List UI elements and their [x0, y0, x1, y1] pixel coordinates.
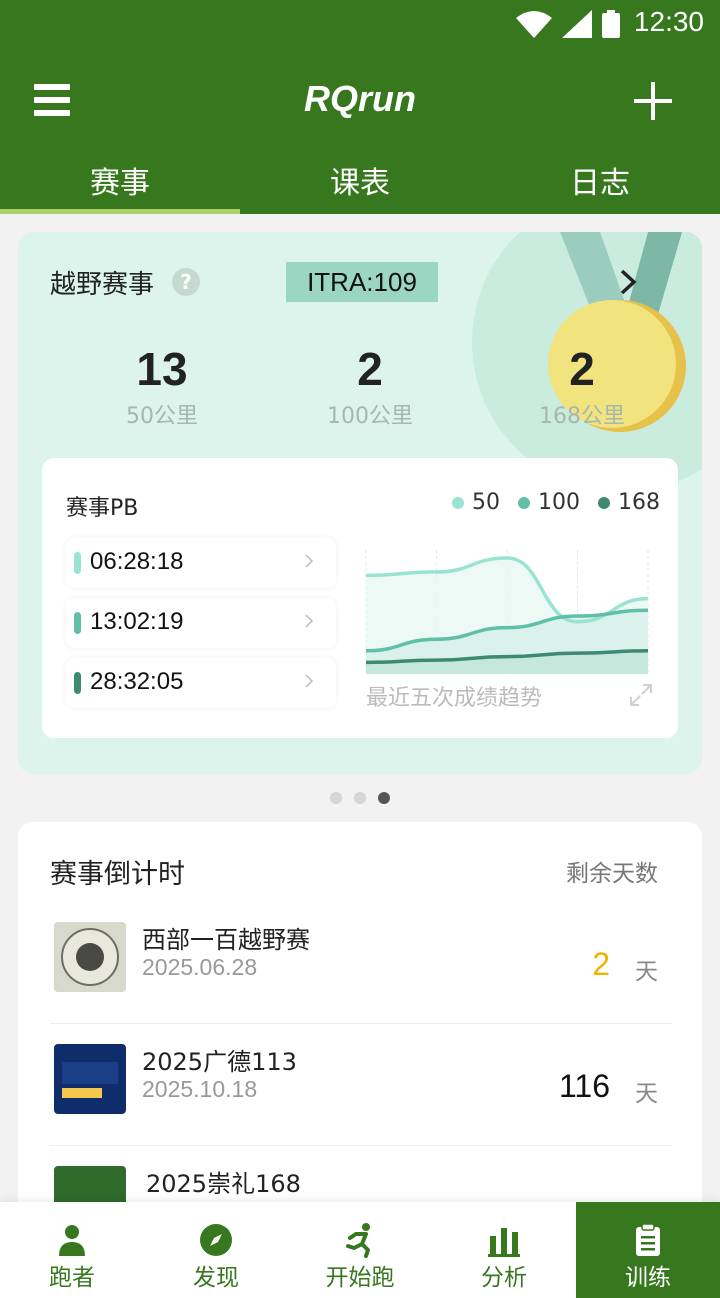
nav-runner[interactable]: 跑者 — [0, 1202, 144, 1298]
legend-label: 100 — [538, 490, 580, 515]
stat-label: 50公里 — [126, 404, 198, 429]
wifi-icon — [516, 11, 552, 38]
color-marker — [74, 612, 81, 634]
compass-icon — [200, 1224, 232, 1256]
page-dot-active[interactable] — [378, 792, 390, 804]
stat-label: 100公里 — [327, 404, 413, 429]
clipboard-icon — [636, 1223, 660, 1256]
pb-row-100km[interactable]: 13:02:19 — [66, 598, 336, 648]
legend-item-50: 50 — [452, 490, 500, 515]
help-icon[interactable]: ? — [172, 268, 200, 296]
app-title: RQrun — [304, 78, 416, 119]
add-icon[interactable] — [634, 82, 672, 120]
page-indicator — [0, 792, 720, 804]
bar-chart-icon — [488, 1228, 520, 1257]
nav-label: 发现 — [193, 1265, 239, 1291]
stat-168km: 2 168公里 — [492, 342, 672, 430]
chevron-right-icon — [305, 554, 314, 568]
countdown-subtitle: 剩余天数 — [566, 861, 658, 887]
chart-caption: 最近五次成绩趋势 — [366, 686, 543, 711]
stat-label: 168公里 — [539, 404, 625, 429]
countdown-title: 赛事倒计时 — [50, 859, 185, 890]
nav-label: 跑者 — [49, 1265, 95, 1291]
race-name: 2025广德113 — [142, 1048, 297, 1076]
tab-plan[interactable]: 课表 — [240, 150, 480, 214]
stat-count: 2 — [569, 343, 595, 395]
nav-discover[interactable]: 发现 — [144, 1202, 288, 1298]
stat-count: 13 — [136, 343, 188, 395]
pb-time: 28:32:05 — [90, 668, 184, 695]
chart-legend: 50 100 168 — [452, 490, 660, 515]
legend-label: 168 — [618, 490, 660, 515]
page-dot[interactable] — [330, 792, 342, 804]
trail-card-title: 越野赛事 — [50, 270, 155, 300]
tab-races[interactable]: 赛事 — [0, 150, 240, 214]
race-name: 2025崇礼168 — [146, 1170, 301, 1198]
status-bar: 12:30 — [0, 0, 720, 48]
race-days-unit: 天 — [635, 959, 658, 985]
race-date: 2025.06.28 — [142, 954, 258, 980]
pb-card: 赛事PB 50 100 168 06:28:18 13:02:19 28:32:… — [42, 458, 678, 738]
status-icons — [516, 10, 620, 38]
nav-start-run[interactable]: 开始跑 — [288, 1202, 432, 1298]
itra-badge: ITRA:109 — [286, 262, 438, 302]
nav-training[interactable]: 训练 — [576, 1202, 720, 1298]
stat-100km: 2 100公里 — [280, 342, 460, 430]
signal-icon — [562, 10, 592, 38]
color-marker — [74, 552, 81, 574]
stat-50km: 13 50公里 — [72, 342, 252, 430]
chevron-right-icon — [305, 674, 314, 688]
chevron-right-icon[interactable] — [618, 268, 640, 296]
person-icon — [59, 1225, 85, 1256]
nav-analysis[interactable]: 分析 — [432, 1202, 576, 1298]
stat-count: 2 — [357, 343, 383, 395]
nav-label: 训练 — [625, 1265, 671, 1291]
bottom-navigation: 跑者 发现 开始跑 分析 训练 — [0, 1202, 720, 1298]
pb-row-50km[interactable]: 06:28:18 — [66, 538, 336, 588]
trend-chart — [365, 550, 649, 674]
race-date: 2025.10.18 — [142, 1076, 258, 1102]
race-days-left: 116 — [558, 1068, 610, 1104]
tab-log[interactable]: 日志 — [480, 150, 720, 214]
pb-time: 06:28:18 — [90, 548, 184, 575]
race-item[interactable]: 西部一百越野赛 2025.06.28 2 天 — [50, 902, 672, 1024]
expand-icon[interactable] — [628, 682, 654, 708]
race-name: 西部一百越野赛 — [142, 926, 310, 954]
battery-icon — [602, 10, 620, 38]
chevron-right-icon — [305, 614, 314, 628]
trail-race-card[interactable]: 越野赛事 ? ITRA:109 13 50公里 2 100公里 2 168公里 … — [18, 232, 702, 774]
status-time: 12:30 — [633, 6, 704, 37]
race-item[interactable]: 2025广德113 2025.10.18 116 天 — [50, 1024, 672, 1146]
top-tabs: 赛事 课表 日志 — [0, 150, 720, 214]
nav-label: 开始跑 — [325, 1265, 395, 1291]
nav-label: 分析 — [481, 1265, 527, 1291]
pb-row-168km[interactable]: 28:32:05 — [66, 658, 336, 708]
race-days-left: 2 — [592, 946, 610, 982]
runner-icon — [346, 1223, 370, 1258]
pb-title: 赛事PB — [66, 496, 139, 521]
legend-item-168: 168 — [598, 490, 660, 515]
legend-label: 50 — [472, 490, 500, 515]
page-dot[interactable] — [354, 792, 366, 804]
race-logo-image — [54, 922, 126, 992]
race-days-unit: 天 — [635, 1081, 658, 1107]
race-logo-image — [54, 1044, 126, 1114]
pb-time: 13:02:19 — [90, 608, 184, 635]
color-marker — [74, 672, 81, 694]
app-bar: 12:30 RQrun 赛事 课表 日志 — [0, 0, 720, 214]
race-countdown-card: 赛事倒计时 剩余天数 西部一百越野赛 2025.06.28 2 天 2025广德… — [18, 822, 702, 1242]
legend-item-100: 100 — [518, 490, 580, 515]
